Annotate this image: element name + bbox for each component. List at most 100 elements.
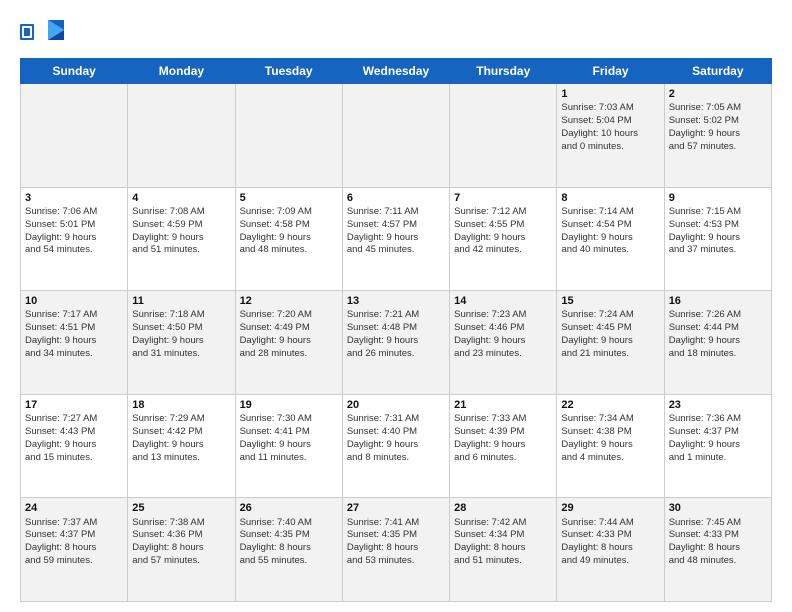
day-cell: 13Sunrise: 7:21 AM Sunset: 4:48 PM Dayli…	[342, 291, 449, 395]
day-info: Sunrise: 7:09 AM Sunset: 4:58 PM Dayligh…	[240, 206, 338, 257]
day-cell: 23Sunrise: 7:36 AM Sunset: 4:37 PM Dayli…	[664, 394, 771, 498]
day-number: 1	[561, 87, 659, 101]
day-cell	[21, 84, 128, 188]
weekday-header-monday: Monday	[128, 59, 235, 84]
day-cell: 3Sunrise: 7:06 AM Sunset: 5:01 PM Daylig…	[21, 187, 128, 291]
day-number: 8	[561, 191, 659, 205]
day-number: 27	[347, 501, 445, 515]
day-info: Sunrise: 7:18 AM Sunset: 4:50 PM Dayligh…	[132, 309, 230, 360]
day-info: Sunrise: 7:36 AM Sunset: 4:37 PM Dayligh…	[669, 413, 767, 464]
day-number: 23	[669, 398, 767, 412]
day-cell	[128, 84, 235, 188]
day-cell	[235, 84, 342, 188]
day-number: 6	[347, 191, 445, 205]
day-info: Sunrise: 7:12 AM Sunset: 4:55 PM Dayligh…	[454, 206, 552, 257]
day-cell: 8Sunrise: 7:14 AM Sunset: 4:54 PM Daylig…	[557, 187, 664, 291]
day-number: 15	[561, 294, 659, 308]
day-number: 18	[132, 398, 230, 412]
day-cell: 22Sunrise: 7:34 AM Sunset: 4:38 PM Dayli…	[557, 394, 664, 498]
day-number: 29	[561, 501, 659, 515]
day-cell: 20Sunrise: 7:31 AM Sunset: 4:40 PM Dayli…	[342, 394, 449, 498]
day-info: Sunrise: 7:38 AM Sunset: 4:36 PM Dayligh…	[132, 517, 230, 568]
day-info: Sunrise: 7:17 AM Sunset: 4:51 PM Dayligh…	[25, 309, 123, 360]
day-info: Sunrise: 7:34 AM Sunset: 4:38 PM Dayligh…	[561, 413, 659, 464]
day-info: Sunrise: 7:33 AM Sunset: 4:39 PM Dayligh…	[454, 413, 552, 464]
day-cell: 2Sunrise: 7:05 AM Sunset: 5:02 PM Daylig…	[664, 84, 771, 188]
day-number: 11	[132, 294, 230, 308]
day-cell: 7Sunrise: 7:12 AM Sunset: 4:55 PM Daylig…	[450, 187, 557, 291]
day-cell: 1Sunrise: 7:03 AM Sunset: 5:04 PM Daylig…	[557, 84, 664, 188]
day-info: Sunrise: 7:11 AM Sunset: 4:57 PM Dayligh…	[347, 206, 445, 257]
week-row-4: 17Sunrise: 7:27 AM Sunset: 4:43 PM Dayli…	[21, 394, 772, 498]
day-info: Sunrise: 7:23 AM Sunset: 4:46 PM Dayligh…	[454, 309, 552, 360]
day-info: Sunrise: 7:03 AM Sunset: 5:04 PM Dayligh…	[561, 102, 659, 153]
day-cell	[342, 84, 449, 188]
day-cell: 18Sunrise: 7:29 AM Sunset: 4:42 PM Dayli…	[128, 394, 235, 498]
day-cell: 5Sunrise: 7:09 AM Sunset: 4:58 PM Daylig…	[235, 187, 342, 291]
day-info: Sunrise: 7:37 AM Sunset: 4:37 PM Dayligh…	[25, 517, 123, 568]
day-info: Sunrise: 7:24 AM Sunset: 4:45 PM Dayligh…	[561, 309, 659, 360]
day-cell: 30Sunrise: 7:45 AM Sunset: 4:33 PM Dayli…	[664, 498, 771, 602]
day-info: Sunrise: 7:30 AM Sunset: 4:41 PM Dayligh…	[240, 413, 338, 464]
weekday-header-sunday: Sunday	[21, 59, 128, 84]
day-number: 5	[240, 191, 338, 205]
day-info: Sunrise: 7:29 AM Sunset: 4:42 PM Dayligh…	[132, 413, 230, 464]
day-cell: 11Sunrise: 7:18 AM Sunset: 4:50 PM Dayli…	[128, 291, 235, 395]
day-info: Sunrise: 7:45 AM Sunset: 4:33 PM Dayligh…	[669, 517, 767, 568]
day-cell: 10Sunrise: 7:17 AM Sunset: 4:51 PM Dayli…	[21, 291, 128, 395]
week-row-1: 1Sunrise: 7:03 AM Sunset: 5:04 PM Daylig…	[21, 84, 772, 188]
day-cell: 24 Sunrise: 7:37 AM Sunset: 4:37 PM Dayli…	[21, 498, 128, 602]
calendar-table: SundayMondayTuesdayWednesdayThursdayFrid…	[20, 58, 772, 602]
day-number: 7	[454, 191, 552, 205]
day-number: 16	[669, 294, 767, 308]
day-number: 19	[240, 398, 338, 412]
day-cell: 26Sunrise: 7:40 AM Sunset: 4:35 PM Dayli…	[235, 498, 342, 602]
day-info: Sunrise: 7:31 AM Sunset: 4:40 PM Dayligh…	[347, 413, 445, 464]
day-info: Sunrise: 7:26 AM Sunset: 4:44 PM Dayligh…	[669, 309, 767, 360]
weekday-header-friday: Friday	[557, 59, 664, 84]
day-number: 12	[240, 294, 338, 308]
day-info: Sunrise: 7:27 AM Sunset: 4:43 PM Dayligh…	[25, 413, 123, 464]
day-cell: 19Sunrise: 7:30 AM Sunset: 4:41 PM Dayli…	[235, 394, 342, 498]
day-number: 24	[25, 501, 123, 515]
day-number: 9	[669, 191, 767, 205]
day-info: Sunrise: 7:21 AM Sunset: 4:48 PM Dayligh…	[347, 309, 445, 360]
day-number: 22	[561, 398, 659, 412]
day-number: 4	[132, 191, 230, 205]
day-info: Sunrise: 7:05 AM Sunset: 5:02 PM Dayligh…	[669, 102, 767, 153]
day-cell: 4Sunrise: 7:08 AM Sunset: 4:59 PM Daylig…	[128, 187, 235, 291]
weekday-header-row: SundayMondayTuesdayWednesdayThursdayFrid…	[21, 59, 772, 84]
week-row-3: 10Sunrise: 7:17 AM Sunset: 4:51 PM Dayli…	[21, 291, 772, 395]
day-info: Sunrise: 7:08 AM Sunset: 4:59 PM Dayligh…	[132, 206, 230, 257]
day-cell: 15Sunrise: 7:24 AM Sunset: 4:45 PM Dayli…	[557, 291, 664, 395]
day-cell: 9Sunrise: 7:15 AM Sunset: 4:53 PM Daylig…	[664, 187, 771, 291]
day-info: Sunrise: 7:14 AM Sunset: 4:54 PM Dayligh…	[561, 206, 659, 257]
day-cell	[450, 84, 557, 188]
day-cell: 27 Sunrise: 7:41 AM Sunset: 4:35 PM Dayli…	[342, 498, 449, 602]
day-number: 20	[347, 398, 445, 412]
day-number: 3	[25, 191, 123, 205]
day-cell: 25Sunrise: 7:38 AM Sunset: 4:36 PM Dayli…	[128, 498, 235, 602]
day-number: 2	[669, 87, 767, 101]
day-number: 17	[25, 398, 123, 412]
day-number: 14	[454, 294, 552, 308]
day-info: Sunrise: 7:44 AM Sunset: 4:33 PM Dayligh…	[561, 517, 659, 568]
day-cell: 29 Sunrise: 7:44 AM Sunset: 4:33 PM Dayli…	[557, 498, 664, 602]
week-row-5: 24 Sunrise: 7:37 AM Sunset: 4:37 PM Dayli…	[21, 498, 772, 602]
week-row-2: 3Sunrise: 7:06 AM Sunset: 5:01 PM Daylig…	[21, 187, 772, 291]
day-cell: 12Sunrise: 7:20 AM Sunset: 4:49 PM Dayli…	[235, 291, 342, 395]
logo-icon	[20, 16, 64, 48]
day-number: 21	[454, 398, 552, 412]
logo	[20, 16, 68, 48]
day-cell: 17Sunrise: 7:27 AM Sunset: 4:43 PM Dayli…	[21, 394, 128, 498]
page: SundayMondayTuesdayWednesdayThursdayFrid…	[0, 0, 792, 612]
day-info: Sunrise: 7:15 AM Sunset: 4:53 PM Dayligh…	[669, 206, 767, 257]
day-info: Sunrise: 7:41 AM Sunset: 4:35 PM Dayligh…	[347, 517, 445, 568]
day-cell: 14Sunrise: 7:23 AM Sunset: 4:46 PM Dayli…	[450, 291, 557, 395]
day-cell: 16Sunrise: 7:26 AM Sunset: 4:44 PM Dayli…	[664, 291, 771, 395]
day-number: 26	[240, 501, 338, 515]
day-cell: 28Sunrise: 7:42 AM Sunset: 4:34 PM Dayli…	[450, 498, 557, 602]
day-number: 13	[347, 294, 445, 308]
day-number: 10	[25, 294, 123, 308]
weekday-header-saturday: Saturday	[664, 59, 771, 84]
